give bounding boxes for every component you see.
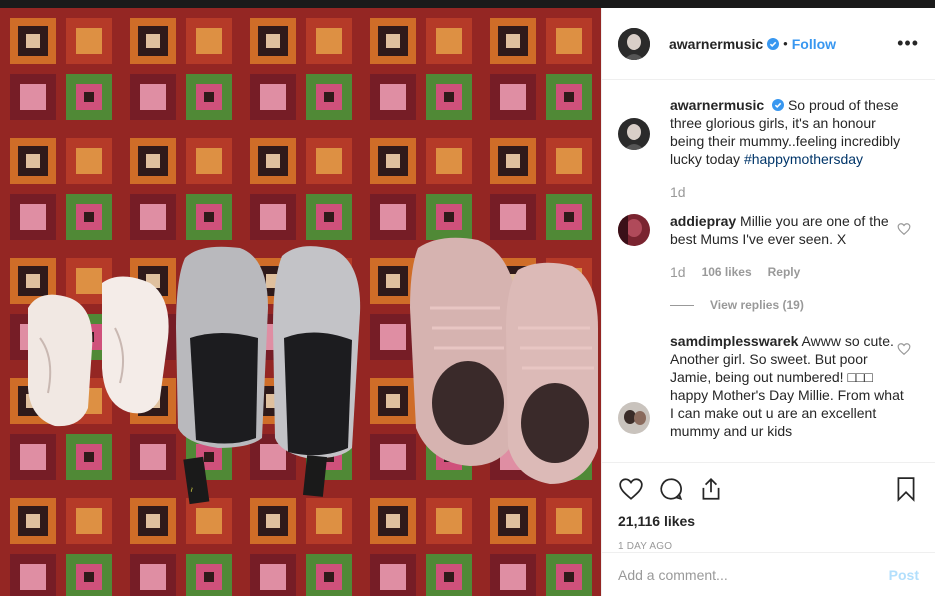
more-icon[interactable]: •••	[897, 33, 919, 54]
view-replies-button[interactable]: View replies (19)	[670, 298, 919, 312]
pink-sneakers	[410, 237, 598, 484]
comment-username[interactable]: samdimplesswarek	[670, 333, 798, 349]
post-side-panel: awarnermusic • Follow ••• awarnermusic S…	[601, 8, 935, 596]
heart-icon[interactable]	[897, 342, 911, 356]
heart-icon[interactable]	[897, 222, 911, 236]
bookmark-icon[interactable]	[893, 476, 919, 502]
caption-meta: 1d	[670, 184, 919, 200]
comment-item: addiepray Millie you are one of the best…	[618, 212, 919, 312]
add-comment-bar: Post	[602, 552, 935, 596]
reply-button[interactable]: Reply	[768, 265, 801, 279]
caption-text: awarnermusic So proud of these three glo…	[670, 96, 906, 168]
post-actions: 21,116 likes 1 DAY AGO	[602, 462, 935, 552]
comments-list[interactable]: awarnermusic So proud of these three glo…	[602, 80, 935, 462]
caption-time[interactable]: 1d	[670, 184, 686, 200]
post-header: awarnermusic • Follow •••	[602, 8, 935, 80]
caption: awarnermusic So proud of these three glo…	[618, 96, 919, 200]
post-comment-button[interactable]: Post	[889, 567, 919, 583]
view-replies-label: View replies (19)	[710, 298, 804, 312]
author-avatar[interactable]	[618, 27, 650, 60]
comment-text: samdimplesswarek Awww so cute. Another g…	[670, 332, 906, 440]
hashtag-link[interactable]: #happymothersday	[744, 151, 863, 167]
share-icon[interactable]	[698, 476, 724, 502]
comment-username[interactable]: addiepray	[670, 213, 736, 229]
follow-button[interactable]: Follow	[792, 36, 836, 52]
post-photo[interactable]: ~	[0, 8, 601, 596]
action-icons	[618, 471, 919, 507]
author-avatar-small[interactable]	[618, 118, 650, 150]
commenter-avatar-image	[618, 402, 650, 434]
post-photo-illustration: ~	[0, 8, 601, 596]
commenter-avatar[interactable]	[618, 402, 650, 434]
comment-icon[interactable]	[658, 476, 684, 502]
backdrop-strip	[0, 0, 935, 8]
comment-time[interactable]: 1d	[670, 264, 686, 280]
author-username[interactable]: awarnermusic	[669, 36, 763, 52]
post-timestamp[interactable]: 1 DAY AGO	[618, 541, 919, 552]
likes-count[interactable]: 21,116 likes	[618, 513, 919, 529]
commenter-avatar[interactable]	[618, 214, 650, 246]
comment-input[interactable]	[618, 566, 889, 583]
commenter-avatar-image	[618, 214, 650, 246]
view-replies-line	[670, 304, 694, 306]
separator-dot: •	[783, 36, 788, 51]
caption-username[interactable]: awarnermusic	[670, 97, 764, 113]
comment-meta: 1d 106 likes Reply	[670, 264, 919, 280]
verified-badge-icon	[767, 37, 780, 50]
comment-item: samdimplesswarek Awww so cute. Another g…	[618, 332, 919, 440]
author-avatar-image	[618, 27, 650, 60]
comment-likes[interactable]: 106 likes	[702, 265, 752, 279]
comment-text: addiepray Millie you are one of the best…	[670, 212, 906, 248]
heart-icon[interactable]	[618, 476, 644, 502]
verified-badge-icon	[772, 99, 785, 111]
author-avatar-small-image	[618, 118, 650, 150]
